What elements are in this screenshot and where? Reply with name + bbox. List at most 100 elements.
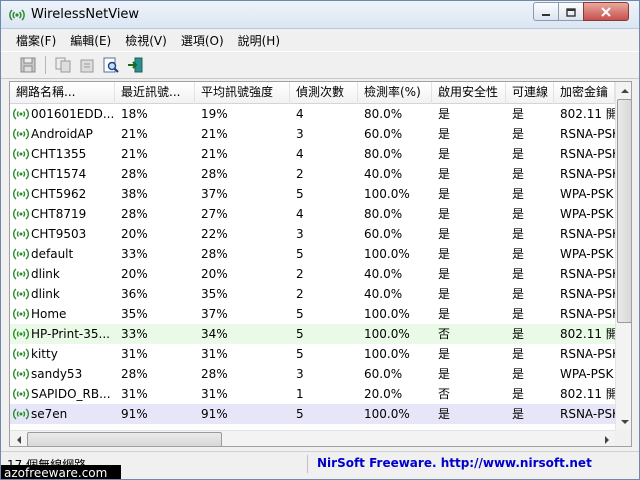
vertical-scroll-thumb[interactable] (617, 99, 631, 323)
column-network-name[interactable]: 網路名稱... (10, 82, 115, 104)
network-name-text: SAPIDO_RB... (31, 387, 111, 401)
cell-average-signal: 28% (201, 167, 228, 181)
cell-network-name: CHT1355 (10, 144, 115, 164)
horizontal-scroll-thumb[interactable] (27, 432, 222, 446)
cell-detection-count: 4 (296, 107, 304, 121)
copy-button[interactable] (52, 54, 74, 76)
cell-security-enabled: 是 (438, 367, 451, 381)
network-name-text: dlink (31, 287, 60, 301)
exit-button[interactable] (124, 54, 146, 76)
menu-file[interactable]: 檔案(F) (9, 30, 63, 51)
cell-last-signal: 36% (121, 287, 148, 301)
column-average-signal[interactable]: 平均訊號強度 (195, 82, 290, 104)
network-list[interactable]: 網路名稱... 最近訊號... 平均訊號強度 偵測次數 檢測率(%) 啟用安全性… (9, 81, 632, 447)
scroll-up-arrow[interactable] (616, 82, 631, 99)
cell-security-enabled: 是 (438, 207, 451, 221)
network-name-text: default (31, 247, 74, 261)
table-row[interactable]: CHT8719 28% 27% 4 80.0% 是 是 WPA-PSK (10, 204, 615, 224)
cell-network-name: default (10, 244, 115, 264)
cell-connectable: 是 (512, 307, 525, 321)
cell-connectable: 是 (506, 424, 554, 428)
cell-detection-rate: 40.0% (364, 167, 403, 181)
cell-connectable: 是 (512, 227, 525, 241)
table-row[interactable]: dlink 36% 35% 2 40.0% 是 是 RSNA-PSK (10, 284, 615, 304)
table-row[interactable]: CHT1574 28% 28% 2 40.0% 是 是 RSNA-PSK (10, 164, 615, 184)
horizontal-scrollbar[interactable] (10, 430, 615, 446)
wifi-signal-icon (13, 208, 29, 220)
find-icon (103, 57, 119, 73)
table-row[interactable]: SAPIDO_RB... 31% 31% 1 20.0% 否 是 802.11 … (10, 384, 615, 404)
cell-detection-rate: 60.0% (364, 227, 403, 241)
cell-detection-count: 1 (296, 387, 304, 401)
cell-connectable: 是 (512, 267, 525, 281)
scroll-down-arrow[interactable] (616, 413, 631, 430)
table-row[interactable]: HP-Print-35... 33% 34% 5 100.0% 否 是 802.… (10, 324, 615, 344)
table-row[interactable]: TAMIO 26% 27% 4 80.0% 是 是 RSNA-PSK (10, 424, 615, 428)
table-row[interactable]: se7en 91% 91% 5 100.0% 是 是 RSNA-PSK (10, 404, 615, 424)
menu-view[interactable]: 檢視(V) (118, 30, 174, 51)
cell-last-signal: 26% (115, 424, 195, 428)
cell-network-name: CHT1574 (10, 164, 115, 184)
window-title: WirelessNetView (31, 7, 140, 22)
minimize-button[interactable] (533, 2, 559, 21)
wifi-signal-icon (13, 148, 29, 160)
menu-options[interactable]: 選項(O) (174, 30, 231, 51)
save-button[interactable] (17, 54, 39, 76)
table-row[interactable]: CHT9503 20% 22% 3 60.0% 是 是 RSNA-PSK (10, 224, 615, 244)
cell-detection-rate: 100.0% (364, 407, 410, 421)
table-row[interactable]: default 33% 28% 5 100.0% 是 是 WPA-PSK (10, 244, 615, 264)
table-row[interactable]: CHT5962 38% 37% 5 100.0% 是 是 WPA-PSK (10, 184, 615, 204)
cell-network-name: 001601EDD... (10, 104, 115, 124)
maximize-button[interactable] (558, 2, 584, 21)
title-bar[interactable]: WirelessNetView (1, 1, 639, 29)
menu-edit[interactable]: 編輯(E) (63, 30, 118, 51)
wifi-signal-icon (13, 427, 29, 428)
exit-icon (128, 57, 143, 73)
table-row[interactable]: 001601EDD... 18% 19% 4 80.0% 是 是 802.11 … (10, 104, 615, 124)
column-cipher[interactable]: 加密金鑰 (554, 82, 615, 104)
cell-cipher: 802.11 開放 (560, 387, 615, 401)
cell-detection-count: 3 (296, 127, 304, 141)
watermark: azofreeware.com (1, 465, 121, 479)
nirsoft-link[interactable]: NirSoft Freeware. http://www.nirsoft.net (317, 456, 592, 470)
cell-detection-count: 3 (296, 227, 304, 241)
column-detection-count[interactable]: 偵測次數 (290, 82, 358, 104)
menu-help[interactable]: 說明(H) (231, 30, 287, 51)
vertical-scrollbar[interactable] (615, 82, 631, 430)
wifi-signal-icon (13, 128, 29, 140)
cell-last-signal: 31% (121, 387, 148, 401)
table-row[interactable]: kitty 31% 31% 5 100.0% 是 是 RSNA-PSK (10, 344, 615, 364)
cell-detection-count: 5 (296, 247, 304, 261)
cell-average-signal: 28% (201, 247, 228, 261)
wifi-signal-icon (13, 348, 29, 360)
cell-cipher: 802.11 開放 (560, 327, 615, 341)
cell-last-signal: 38% (121, 187, 148, 201)
properties-button[interactable] (76, 54, 98, 76)
find-button[interactable] (100, 54, 122, 76)
cell-cipher: WPA-PSK (560, 187, 614, 201)
scroll-left-arrow[interactable] (10, 431, 27, 446)
cell-detection-count: 2 (296, 267, 304, 281)
cell-network-name: AndroidAP (10, 124, 115, 144)
cell-network-name: TAMIO (10, 424, 115, 428)
scroll-right-arrow[interactable] (598, 431, 615, 446)
close-button[interactable] (583, 2, 629, 21)
cell-detection-rate: 80.0% (364, 207, 403, 221)
table-row[interactable]: AndroidAP 21% 21% 3 60.0% 是 是 RSNA-PSK (10, 124, 615, 144)
cell-security-enabled: 是 (438, 267, 451, 281)
cell-connectable: 是 (512, 327, 525, 341)
cell-detection-rate: 100.0% (364, 347, 410, 361)
cell-network-name: SAPIDO_RB... (10, 384, 115, 404)
table-row[interactable]: sandy53 28% 28% 3 60.0% 是 是 WPA-PSK (10, 364, 615, 384)
network-name-text: kitty (31, 347, 58, 361)
table-row[interactable]: CHT1355 21% 21% 4 80.0% 是 是 RSNA-PSK (10, 144, 615, 164)
wifi-signal-icon (13, 168, 29, 180)
cell-detection-rate: 80.0% (364, 107, 403, 121)
column-last-signal[interactable]: 最近訊號... (115, 82, 195, 104)
column-security-enabled[interactable]: 啟用安全性 (432, 82, 506, 104)
cell-connectable: 是 (512, 347, 525, 361)
table-row[interactable]: dlink 20% 20% 2 40.0% 是 是 RSNA-PSK (10, 264, 615, 284)
table-row[interactable]: Home 35% 37% 5 100.0% 是 是 RSNA-PSK (10, 304, 615, 324)
column-connectable[interactable]: 可連線 (506, 82, 554, 104)
column-detection-rate[interactable]: 檢測率(%) (358, 82, 432, 104)
